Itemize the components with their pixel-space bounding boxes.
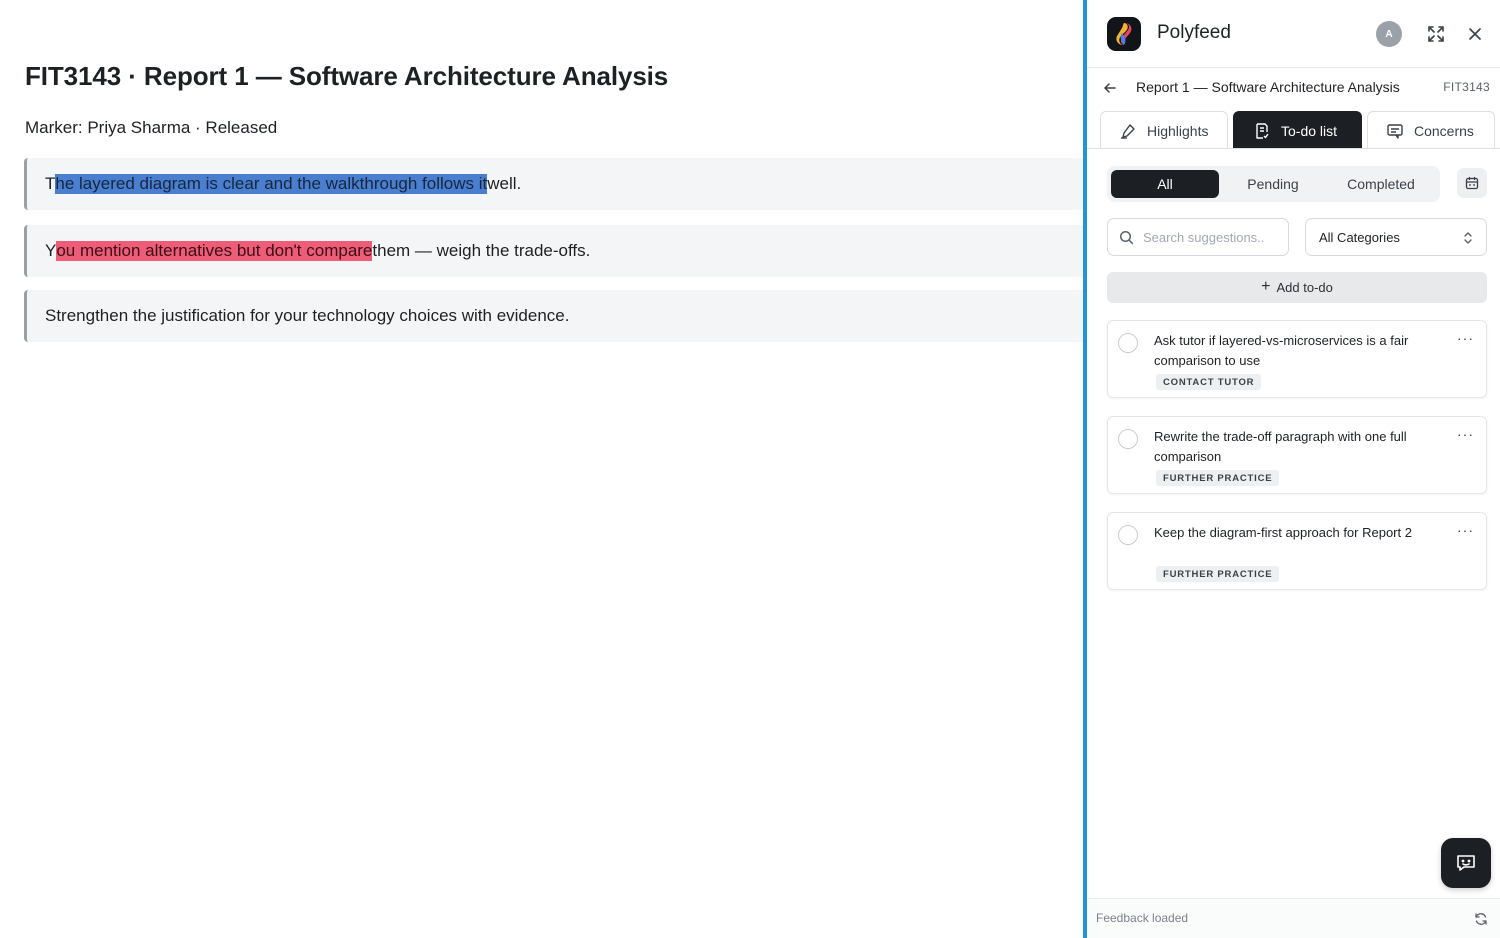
feedback-text: Strengthen the justification for your te… <box>45 306 570 325</box>
category-select[interactable]: All Categories <box>1305 218 1487 256</box>
chat-button[interactable] <box>1441 838 1491 888</box>
highlight-concern[interactable]: ou mention alternatives but don't compar… <box>56 241 373 261</box>
todo-checkbox[interactable] <box>1118 429 1138 449</box>
tab-label: To-do list <box>1281 122 1338 139</box>
document-meta: Marker: Priya Sharma · Released <box>25 118 278 137</box>
avatar[interactable]: A <box>1376 21 1402 47</box>
chevron-updown-icon <box>1464 232 1472 244</box>
breadcrumb: Report 1 — Software Architecture Analysi… <box>1087 68 1500 106</box>
feedback-block: The layered diagram is clear and the wal… <box>24 158 1084 210</box>
status-filter: All Pending Completed <box>1107 166 1440 202</box>
todo-checkbox[interactable] <box>1118 333 1138 353</box>
add-todo-button[interactable]: + Add to-do <box>1107 272 1487 303</box>
todo-list-icon <box>1256 122 1269 139</box>
todo-category-tag: CONTACT TUTOR <box>1156 374 1262 390</box>
feedback-text: Y <box>45 241 57 260</box>
calendar-button[interactable] <box>1457 168 1487 198</box>
breadcrumb-title: Report 1 — Software Architecture Analysi… <box>1136 79 1400 95</box>
todo-category-tag: FURTHER PRACTICE <box>1156 566 1280 582</box>
chat-icon <box>1457 855 1475 871</box>
calendar-icon <box>1465 177 1479 190</box>
todo-text: Keep the diagram-first approach for Repo… <box>1154 525 1412 540</box>
todo-item: Keep the diagram-first approach for Repo… <box>1107 512 1487 590</box>
tab-concerns[interactable]: Concerns <box>1367 111 1495 149</box>
feedback-text: them — weigh the trade-offs. <box>372 241 591 260</box>
unit-code: FIT3143 <box>1443 80 1490 94</box>
status-bar: Feedback loaded <box>1087 898 1500 938</box>
concerns-icon <box>1387 123 1403 139</box>
feedback-block: You mention alternatives but don't compa… <box>24 225 1084 277</box>
search-icon <box>1119 230 1134 245</box>
todo-checkbox[interactable] <box>1118 525 1138 545</box>
filter-all[interactable]: All <box>1111 170 1219 198</box>
polyfeed-logo-icon <box>1107 17 1141 51</box>
close-icon[interactable] <box>1465 24 1485 44</box>
feedback-text: T <box>45 174 56 193</box>
todo-text: Ask tutor if layered-vs-microservices is… <box>1154 333 1409 368</box>
feedback-block: Strengthen the justification for your te… <box>24 290 1084 342</box>
expand-icon[interactable] <box>1426 24 1446 44</box>
feedback-text: well. <box>487 174 522 193</box>
plus-icon: + <box>1261 277 1271 295</box>
more-options-icon[interactable]: ··· <box>1457 523 1474 537</box>
panel-header: Polyfeed A <box>1087 0 1500 68</box>
tab-label: Highlights <box>1147 122 1209 139</box>
refresh-icon[interactable] <box>1474 912 1488 926</box>
brand-name: Polyfeed <box>1157 22 1231 43</box>
more-options-icon[interactable]: ··· <box>1457 427 1474 441</box>
tab-label: Concerns <box>1414 122 1474 139</box>
status-text: Feedback loaded <box>1096 911 1189 925</box>
tab-todo-list[interactable]: To-do list <box>1233 111 1362 149</box>
document-area: FIT3143 · Report 1 — Software Architectu… <box>0 0 1084 938</box>
polyfeed-panel: Polyfeed A Report 1 — Software Architect… <box>1083 0 1500 938</box>
document-title: FIT3143 · Report 1 — Software Architectu… <box>25 61 669 91</box>
filter-pending[interactable]: Pending <box>1219 170 1327 198</box>
highlighter-icon <box>1121 123 1135 139</box>
add-todo-label: Add to-do <box>1276 280 1333 295</box>
todo-item: Rewrite the trade-off paragraph with one… <box>1107 416 1487 494</box>
tab-highlights[interactable]: Highlights <box>1100 111 1228 149</box>
search-box <box>1107 218 1289 256</box>
todo-item: Ask tutor if layered-vs-microservices is… <box>1107 320 1487 398</box>
category-select-value: All Categories <box>1319 229 1400 245</box>
search-input[interactable] <box>1143 227 1283 247</box>
tab-divider <box>1087 148 1500 149</box>
filter-completed[interactable]: Completed <box>1327 170 1435 198</box>
back-arrow-icon[interactable] <box>1102 80 1118 96</box>
highlight-positive[interactable]: he layered diagram is clear and the walk… <box>55 174 488 194</box>
todo-category-tag: FURTHER PRACTICE <box>1156 470 1280 486</box>
more-options-icon[interactable]: ··· <box>1457 331 1474 345</box>
todo-text: Rewrite the trade-off paragraph with one… <box>1154 429 1407 464</box>
